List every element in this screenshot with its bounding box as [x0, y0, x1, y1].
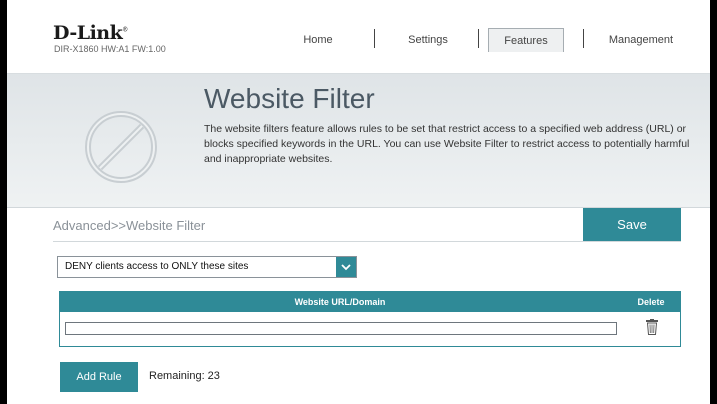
column-header-url: Website URL/Domain [294, 297, 386, 307]
url-input[interactable] [65, 322, 617, 335]
save-button[interactable]: Save [583, 208, 681, 242]
header: D-Link® DIR-X1860 HW:A1 FW:1.00 Home Set… [7, 0, 710, 74]
chevron-down-icon[interactable] [336, 257, 356, 277]
nav-settings[interactable]: Settings [385, 28, 471, 52]
add-rule-button[interactable]: Add Rule [60, 362, 138, 392]
nav-divider [478, 29, 479, 48]
firmware-info: DIR-X1860 HW:A1 FW:1.00 [54, 44, 166, 54]
table-header: Website URL/Domain Delete [60, 292, 680, 312]
remaining-value: 23 [207, 370, 220, 382]
remaining-label: Remaining: [149, 370, 205, 382]
nav-divider [583, 29, 584, 48]
page-description: The website filters feature allows rules… [204, 123, 690, 165]
router-admin-page: D-Link® DIR-X1860 HW:A1 FW:1.00 Home Set… [7, 0, 710, 404]
no-entry-icon [85, 111, 157, 183]
page-banner: Website Filter The website filters featu… [7, 74, 710, 208]
remaining-count: Remaining: 23 [149, 370, 220, 382]
nav-features[interactable]: Features [488, 28, 564, 52]
page-title: Website Filter [204, 83, 375, 114]
rules-table: Website URL/Domain Delete [59, 291, 681, 347]
dlink-logo: D-Link® [53, 22, 128, 44]
nav-home[interactable]: Home [283, 28, 353, 52]
nav-management[interactable]: Management [591, 28, 691, 52]
divider [53, 241, 681, 242]
column-header-delete: Delete [637, 297, 665, 307]
breadcrumb: Advanced>>Website Filter [53, 218, 206, 233]
filter-mode-value: DENY clients access to ONLY these sites [65, 261, 249, 272]
nav-divider [374, 29, 375, 48]
trash-icon[interactable] [646, 319, 658, 335]
filter-mode-select[interactable]: DENY clients access to ONLY these sites [57, 256, 357, 278]
